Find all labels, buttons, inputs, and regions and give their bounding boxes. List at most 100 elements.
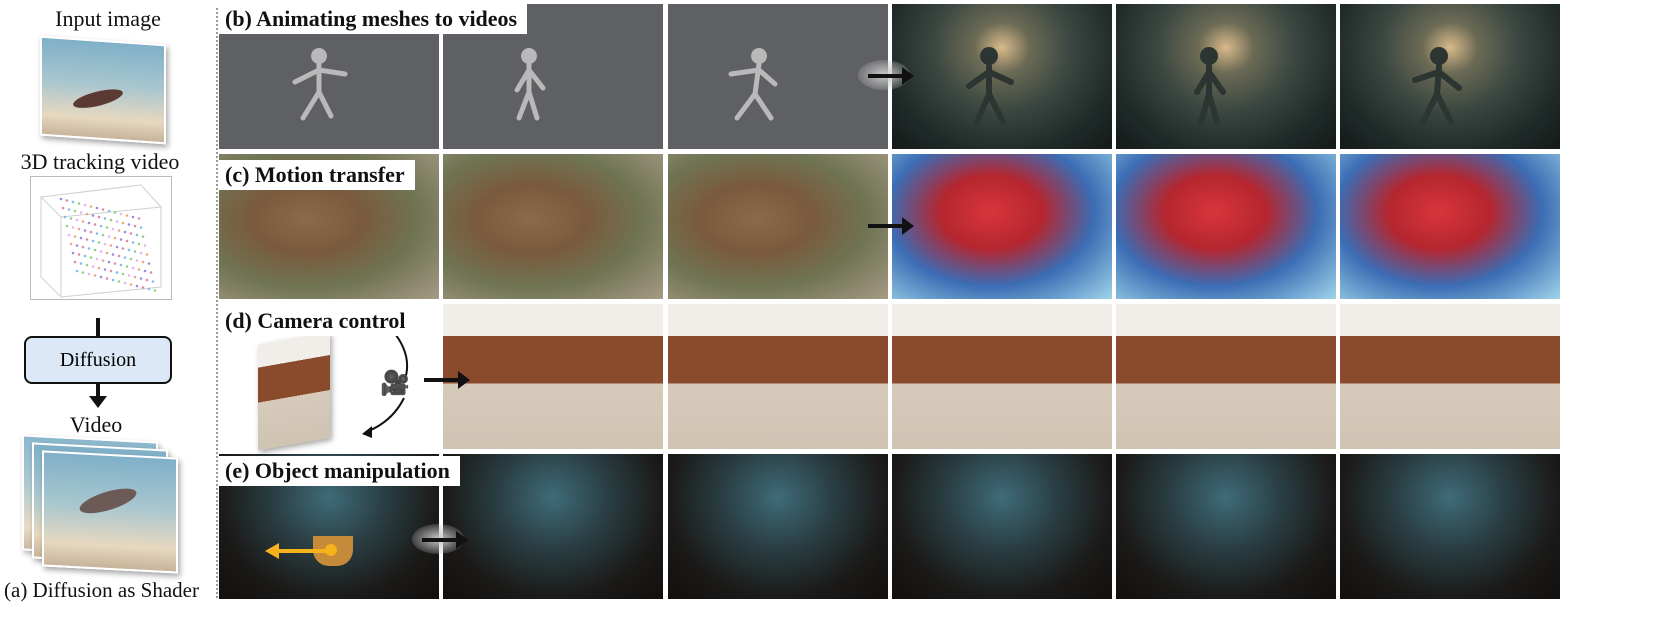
tracking-point bbox=[101, 208, 105, 211]
tracking-point bbox=[85, 238, 89, 241]
tracking-point bbox=[95, 257, 99, 261]
arrow-right-icon bbox=[868, 217, 914, 235]
tracking-point bbox=[121, 221, 125, 225]
tracking-point bbox=[63, 215, 67, 219]
tracking-point bbox=[145, 278, 149, 282]
tracking-point bbox=[143, 269, 147, 273]
manipulation-arrow-shaft bbox=[277, 549, 327, 553]
tracking-point bbox=[111, 278, 115, 282]
tracking-point bbox=[99, 250, 103, 253]
tracking-point bbox=[131, 215, 135, 219]
tracking-point bbox=[91, 214, 95, 217]
tracking-point bbox=[115, 220, 119, 223]
tracking-point bbox=[75, 269, 79, 273]
tracking-point bbox=[125, 239, 129, 243]
tracking-point bbox=[81, 271, 85, 274]
tracking-point bbox=[107, 209, 111, 213]
tracking-point-cloud bbox=[40, 184, 162, 298]
tracking-point bbox=[127, 274, 131, 277]
tracking-point bbox=[151, 280, 155, 283]
tracking-point bbox=[103, 268, 107, 271]
cup-frame-3 bbox=[668, 454, 888, 599]
tracking-point bbox=[85, 212, 89, 216]
row-e-label: (e) Object manipulation bbox=[219, 456, 460, 486]
tracking-point bbox=[67, 233, 71, 237]
tracking-point bbox=[121, 247, 125, 250]
tracking-point bbox=[139, 277, 143, 280]
airship-shape bbox=[76, 483, 140, 519]
tracking-point bbox=[89, 256, 93, 259]
mesh-frame-3 bbox=[668, 4, 888, 149]
tracking-point bbox=[91, 239, 95, 243]
arrow-right-icon bbox=[868, 67, 914, 85]
arrow-right-icon bbox=[422, 531, 468, 549]
tracking-point bbox=[121, 272, 125, 276]
tracking-point bbox=[65, 224, 69, 228]
tracking-point bbox=[77, 253, 81, 256]
tracking-point bbox=[75, 218, 79, 222]
cup-frame-6 bbox=[1340, 454, 1560, 599]
tracking-point bbox=[123, 256, 127, 259]
tracking-point bbox=[123, 281, 127, 285]
tracking-point bbox=[71, 200, 75, 204]
tracking-point bbox=[81, 245, 85, 249]
connector-line-top bbox=[96, 318, 100, 336]
tracking-point bbox=[95, 206, 99, 210]
tracking-point bbox=[95, 232, 99, 235]
tracking-point bbox=[93, 274, 97, 277]
dragon-frame-2 bbox=[1116, 154, 1336, 299]
tracking-point bbox=[71, 251, 75, 255]
tracking-point bbox=[73, 260, 77, 264]
tracking-point bbox=[109, 269, 113, 273]
diffusion-box: Diffusion bbox=[24, 336, 172, 384]
tracking-point bbox=[117, 280, 121, 283]
tracking-point bbox=[113, 262, 117, 265]
tracking-point bbox=[75, 244, 79, 247]
tracking-point bbox=[127, 223, 131, 226]
tracking-point bbox=[141, 286, 145, 289]
tracking-point bbox=[133, 250, 137, 253]
cup-frame-4 bbox=[892, 454, 1112, 599]
tracking-point bbox=[89, 205, 93, 208]
tracking-point bbox=[125, 214, 129, 217]
cup-frame-5 bbox=[1116, 454, 1336, 599]
tracking-point bbox=[87, 221, 91, 225]
library-frame-5 bbox=[1340, 304, 1560, 449]
tracking-point bbox=[135, 233, 139, 237]
tracking-point bbox=[113, 236, 117, 240]
tracking-point bbox=[83, 229, 87, 232]
tracking-point bbox=[115, 271, 119, 274]
library-frame-1 bbox=[443, 304, 663, 449]
robot-frame-1 bbox=[892, 4, 1112, 149]
manipulation-arrow-head bbox=[265, 543, 279, 559]
tracking-point bbox=[79, 236, 83, 240]
tracking-point bbox=[135, 259, 139, 262]
tracking-point bbox=[111, 253, 115, 256]
robot-frame-2 bbox=[1116, 4, 1336, 149]
library-frame-3 bbox=[892, 304, 1112, 449]
tracking-point bbox=[83, 203, 87, 207]
tracking-point bbox=[97, 215, 101, 219]
tracking-point bbox=[137, 242, 141, 246]
video-output-thumbnail bbox=[42, 450, 178, 574]
tracking-point bbox=[107, 260, 111, 264]
tracking-point bbox=[105, 251, 109, 255]
tracking-point bbox=[105, 226, 109, 229]
camera-icon: 🎥 bbox=[380, 371, 410, 397]
tracking-point bbox=[87, 272, 91, 276]
tracking-point bbox=[109, 244, 113, 247]
row-c-label: (c) Motion transfer bbox=[219, 160, 415, 190]
tracking-point bbox=[105, 277, 109, 280]
tracking-point bbox=[147, 262, 151, 265]
tracking-point bbox=[135, 284, 139, 288]
tracking-point bbox=[97, 266, 101, 270]
arrow-down-icon bbox=[89, 396, 107, 408]
tracking-point bbox=[79, 262, 83, 265]
tracking-point bbox=[89, 230, 93, 234]
bear-frame-3 bbox=[668, 154, 888, 299]
tracking-point bbox=[101, 259, 105, 262]
tracking-point bbox=[103, 217, 107, 220]
tracking-point bbox=[119, 212, 123, 216]
tracking-video-thumbnail bbox=[30, 176, 172, 300]
library-frame-4 bbox=[1116, 304, 1336, 449]
